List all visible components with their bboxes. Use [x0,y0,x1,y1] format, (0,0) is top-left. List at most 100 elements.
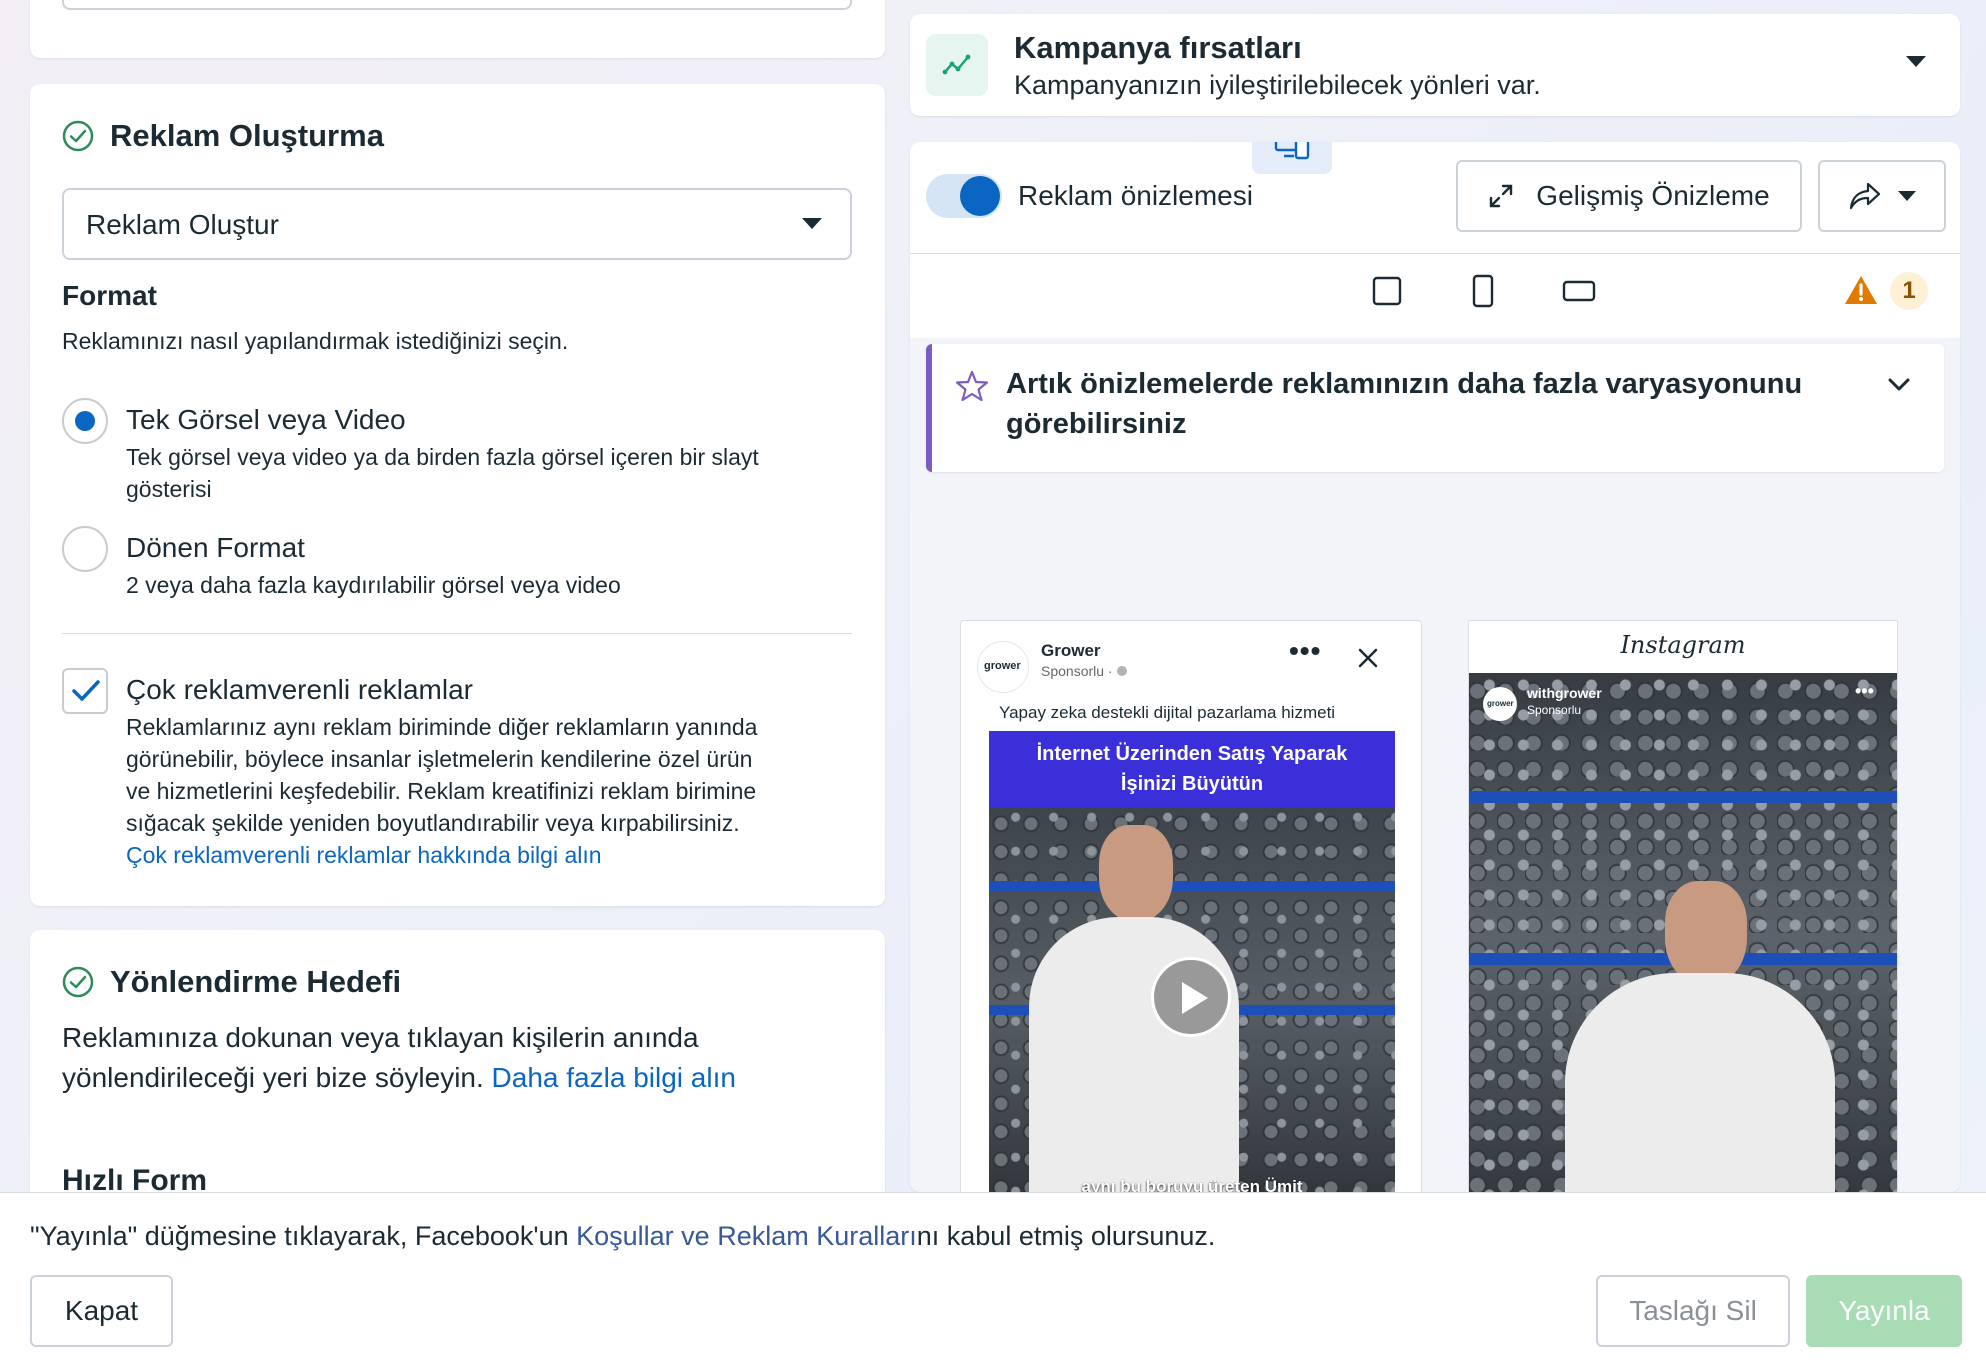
fb-avatar: grower [977,641,1029,693]
select-value: Reklam Oluştur [86,209,279,240]
fb-caption: aynı bu boruyu üreten Ümit [1081,1177,1303,1192]
ig-sponsored: Sponsorlu [1527,703,1582,717]
ig-avatar: grower [1483,687,1517,721]
fb-headline-1: İnternet Üzerinden Satış Yaparak [1036,743,1348,765]
ig-person-head [1665,881,1747,985]
fb-shelf-1 [989,881,1395,891]
fb-headline-2: İşinizi Büyütün [1120,773,1264,795]
instagram-ad-preview[interactable]: Instagram grower withgrower Sponsorlu ••… [1468,620,1898,1192]
opportunities-subtitle: Kampanyanızın iyileştirilebilecek yönler… [1014,70,1541,100]
caret-down-icon [802,218,822,229]
destination-card: Yönlendirme Hedefi Reklamınıza dokunan v… [30,930,885,1210]
terms-text: "Yayınla" düğmesine tıklayarak, Facebook… [30,1221,1215,1252]
fb-page-name: Grower [1041,641,1101,660]
previous-section-input[interactable] [62,0,852,10]
banner-text-1: Artık önizlemelerde reklamınızın daha fa… [1006,368,1803,400]
multi-advertiser-label[interactable]: Çok reklamverenli reklamlar [126,674,473,706]
destination-learn-more-link[interactable]: Daha fazla bilgi alın [492,1062,736,1093]
instagram-photo: grower withgrower Sponsorlu ••• [1469,673,1897,1192]
preview-toggle-label: Reklam önizlemesi [1018,180,1253,211]
placement-toolbar: 1 [910,142,1960,338]
check-circle-icon [62,120,94,152]
star-icon [956,370,988,402]
single-media-label[interactable]: Tek Görsel veya Video [126,404,406,436]
ig-account-name: withgrower [1527,685,1602,701]
multi-advertiser-desc-2: görünebilir, böylece insanlar işletmeler… [126,746,753,772]
instagram-brand: Instagram [1620,631,1746,659]
caret-down-icon[interactable] [1906,56,1926,68]
single-media-desc: Tek görsel veya video ya da birden fazla… [126,444,759,470]
share-menu-button[interactable] [1818,160,1946,232]
check-circle-icon [62,966,94,998]
single-media-desc-cont: gösterisi [126,476,212,502]
multi-advertiser-checkbox[interactable] [62,668,108,714]
play-button[interactable] [1151,957,1231,1037]
banner-text-2: görebilirsiniz [1006,408,1187,440]
close-button[interactable]: Kapat [30,1275,173,1347]
multi-advertiser-desc-4: sığacak şekilde yeniden boyutlandırabili… [126,810,740,836]
terms-prefix: "Yayınla" düğmesine tıklayarak, Facebook… [30,1221,577,1251]
carousel-label[interactable]: Dönen Format [126,532,305,564]
advanced-preview-button[interactable]: Gelişmiş Önizleme [1456,160,1802,232]
single-media-radio[interactable] [62,398,108,444]
ig-more-icon[interactable]: ••• [1855,681,1874,702]
fb-creative: İnternet Üzerinden Satış Yaparak İşinizi… [989,731,1395,1192]
ad-creation-card: Reklam Oluşturma Reklam Oluştur Format R… [30,84,885,906]
horizontal-format-icon[interactable] [1562,280,1596,302]
caret-down-icon [1898,190,1916,201]
ig-shelf-1 [1469,791,1897,803]
chevron-down-icon [1888,378,1910,391]
close-icon[interactable] [1357,647,1379,669]
devices-icon [1274,142,1310,160]
delete-draft-button[interactable]: Taslağı Sil [1596,1275,1790,1347]
checkmark-icon [72,680,100,701]
preview-header: Reklam önizlemesi Gelişmiş Önizleme [910,142,1960,254]
variations-banner[interactable]: Artık önizlemelerde reklamınızın daha fa… [926,344,1944,472]
ad-preview-panel: Reklam önizlemesi Gelişmiş Önizleme 1 Ar… [910,142,1960,1192]
format-description: Reklamınızı nasıl yapılandırmak istediği… [62,328,569,354]
fb-primary-text: Yapay zeka destekli dijital pazarlama hi… [999,703,1336,722]
warning-icon[interactable] [1844,274,1878,306]
ad-creation-select[interactable]: Reklam Oluştur [62,188,852,260]
share-icon [1849,182,1881,210]
carousel-radio[interactable] [62,526,108,572]
section-title: Yönlendirme Hedefi [110,964,402,999]
vertical-format-icon[interactable] [1472,274,1494,308]
fb-sponsored-text: Sponsorlu · [1041,663,1117,679]
destination-desc-1: Reklamınıza dokunan veya tıklayan kişile… [62,1022,699,1053]
fb-headline-band: İnternet Üzerinden Satış Yaparak İşinizi… [989,731,1395,807]
previous-section-card [30,0,885,58]
destination-desc-2: yönlendirileceği yeri bize söyleyin. Dah… [62,1062,736,1094]
opportunities-icon-box [926,34,988,96]
destination-desc-text: yönlendirileceği yeri bize söyleyin. [62,1062,484,1093]
carousel-desc: 2 veya daha fazla kaydırılabilir görsel … [126,572,621,598]
warning-count-badge: 1 [1890,272,1928,310]
terms-link[interactable]: Koşullar ve Reklam Kuralları [576,1221,917,1251]
play-icon [1182,982,1208,1014]
divider [62,633,852,634]
advanced-preview-label: Gelişmiş Önizleme [1536,180,1770,211]
all-devices-tab[interactable] [1252,142,1332,174]
format-title: Format [62,280,157,311]
terms-suffix: nı kabul etmiş olursunuz. [916,1221,1216,1251]
globe-icon [1117,666,1128,676]
multi-advertiser-desc-3: ve hizmetlerini keşfedebilir. Reklam kre… [126,778,757,804]
facebook-ad-preview[interactable]: grower Grower Sponsorlu · ••• Yapay zeka… [960,620,1422,1192]
fb-avatar-text: grower [984,660,1021,672]
trend-chart-icon [942,54,971,75]
multi-advertiser-learn-more-link[interactable]: Çok reklamverenli reklamlar hakkında bil… [126,842,602,869]
section-title: Reklam Oluşturma [110,118,384,153]
fb-sponsored: Sponsorlu · [1041,663,1128,679]
fb-video-photo: aynı bu boruyu üreten Ümit [989,807,1395,1192]
preview-toggle[interactable] [926,174,1002,218]
campaign-opportunities-card[interactable]: Kampanya fırsatları Kampanyanızın iyileş… [910,14,1960,116]
expand-icon [1490,184,1513,208]
fb-person-head [1099,825,1173,921]
footer-bar: "Yayınla" düğmesine tıklayarak, Facebook… [0,1192,1986,1364]
multi-advertiser-desc-1: Reklamlarınız aynı reklam biriminde diğe… [126,714,758,740]
publish-button[interactable]: Yayınla [1806,1275,1962,1347]
ig-avatar-text: grower [1487,699,1514,708]
square-format-icon[interactable] [1372,276,1402,306]
opportunities-title: Kampanya fırsatları [1014,30,1302,65]
fb-more-icon[interactable]: ••• [1289,635,1321,667]
